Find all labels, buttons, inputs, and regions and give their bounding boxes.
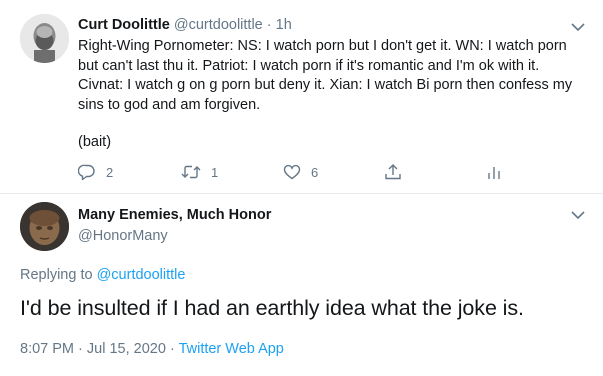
like-button[interactable]: 6	[283, 162, 318, 182]
reply-count: 2	[106, 164, 114, 180]
tweet-text: Right-Wing Pornometer: NS: I watch porn …	[78, 38, 573, 113]
avatar-curt-doolittle[interactable]	[20, 14, 69, 63]
retweet-button[interactable]: 1	[181, 162, 218, 182]
reply-button[interactable]: 2	[78, 162, 113, 182]
chevron-down-icon[interactable]	[571, 22, 585, 32]
avatar-image	[20, 14, 69, 63]
author-name[interactable]: Many Enemies, Much Honor	[78, 207, 271, 223]
analytics-icon	[488, 167, 500, 179]
timestamp[interactable]: 8:07 PM · Jul 15, 2020	[20, 341, 166, 357]
share-icon	[385, 164, 401, 180]
like-count: 6	[311, 164, 319, 180]
author-handle[interactable]: @HonorMany	[78, 228, 168, 244]
source-link[interactable]: Twitter Web App	[179, 341, 284, 357]
author-handle[interactable]: @curtdoolittle	[174, 17, 263, 33]
avatar-many-enemies[interactable]	[20, 202, 69, 251]
retweet-count: 1	[211, 164, 219, 180]
replying-to-link[interactable]: @curtdoolittle	[97, 267, 186, 283]
parent-tweet[interactable]: Curt Doolittle @curtdoolittle · 1h Right…	[0, 0, 603, 190]
analytics-button[interactable]	[485, 162, 503, 182]
tweet-time[interactable]: 1h	[276, 17, 292, 33]
tweet-timestamp-row: 8:07 PM · Jul 15, 2020 · Twitter Web App	[20, 341, 284, 357]
parent-tweet-header: Curt Doolittle @curtdoolittle · 1h	[78, 17, 292, 33]
retweet-icon	[181, 165, 201, 179]
tweet-text-bait: (bait)	[78, 134, 112, 150]
chevron-down-icon[interactable]	[571, 210, 585, 220]
reply-text: I'd be insulted if I had an earthly idea…	[20, 296, 524, 320]
separator: ·	[169, 341, 175, 357]
divider	[0, 193, 603, 194]
tweet-actions: 2 1 6	[78, 162, 518, 182]
avatar-image	[20, 202, 69, 251]
separator: ·	[266, 17, 272, 33]
reply-icon	[78, 164, 95, 181]
heart-icon	[283, 164, 301, 180]
author-name[interactable]: Curt Doolittle	[78, 17, 170, 33]
replying-prefix: Replying to	[20, 267, 93, 283]
share-button[interactable]	[384, 162, 402, 182]
replying-to: Replying to @curtdoolittle	[20, 267, 185, 283]
